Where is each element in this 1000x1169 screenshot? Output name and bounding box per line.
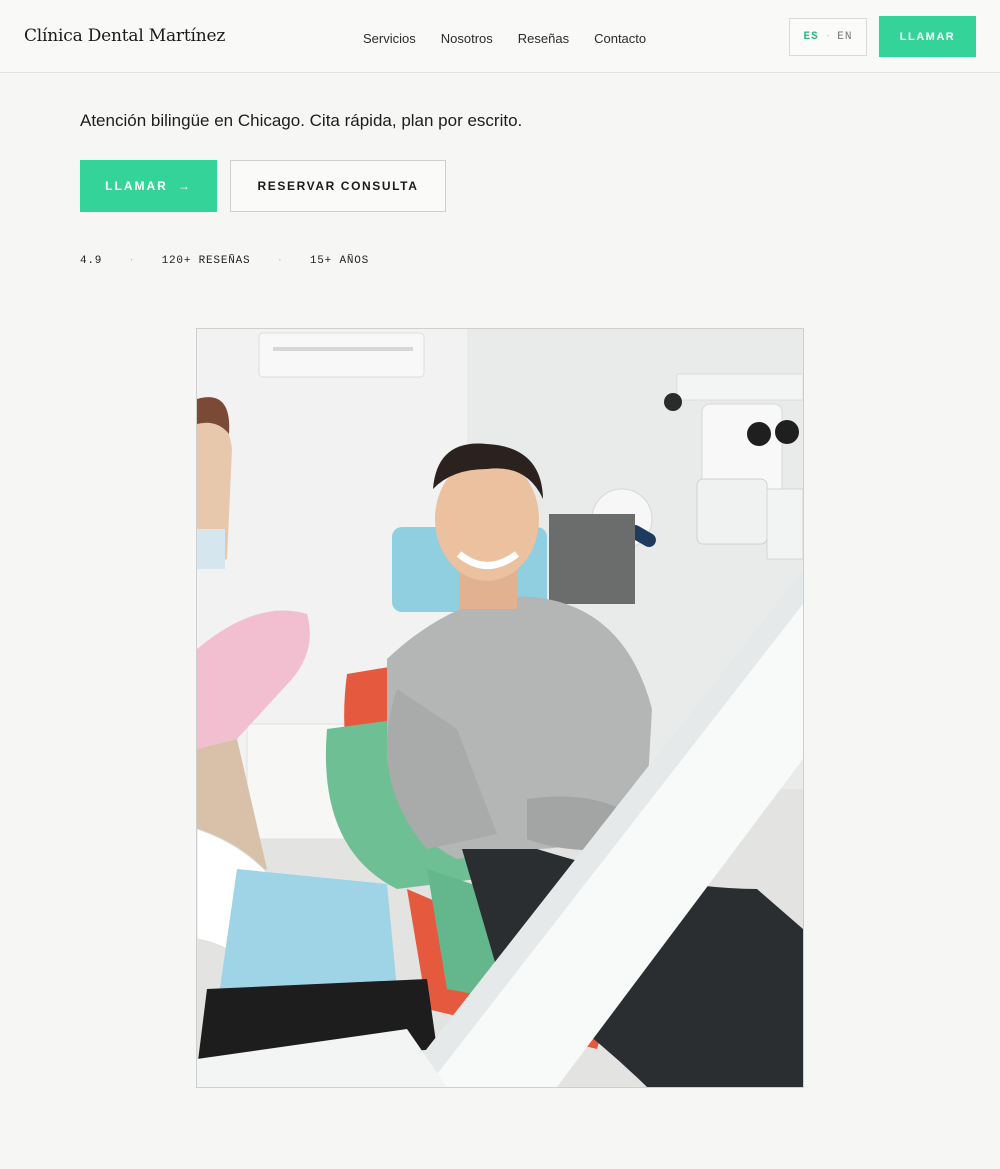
brand-logo[interactable]: Clínica Dental Martínez xyxy=(24,26,225,46)
language-switcher: ES · EN xyxy=(789,18,867,56)
header-call-label: LLAMAR xyxy=(899,30,956,43)
dental-patient-illustration xyxy=(197,329,803,1087)
hero-photo xyxy=(196,328,804,1088)
nav-link-resenas[interactable]: Reseñas xyxy=(518,31,569,46)
hero-tagline: Atención bilingüe en Chicago. Cita rápid… xyxy=(80,111,523,130)
nav-link-servicios[interactable]: Servicios xyxy=(363,31,416,46)
main-nav: Servicios Nosotros Reseñas Contacto xyxy=(363,31,646,46)
book-consultation-button[interactable]: RESERVAR CONSULTA xyxy=(230,160,446,212)
nav-link-contacto[interactable]: Contacto xyxy=(594,31,646,46)
stats-separator: · xyxy=(276,255,284,267)
nav-link-nosotros[interactable]: Nosotros xyxy=(441,31,493,46)
stats-row: 4.9 · 120+ RESEÑAS · 15+ AÑOS xyxy=(80,255,369,267)
lang-en[interactable]: EN xyxy=(837,31,852,43)
rating-stat: 4.9 xyxy=(80,255,103,267)
site-header: Clínica Dental Martínez Servicios Nosotr… xyxy=(0,0,1000,73)
header-call-button[interactable]: LLAMAR xyxy=(879,16,976,57)
reviews-stat: 120+ RESEÑAS xyxy=(161,255,251,267)
call-button-label: LLAMAR xyxy=(105,179,168,193)
lang-separator: · xyxy=(824,31,832,43)
lang-es[interactable]: ES xyxy=(803,31,818,43)
book-consultation-label: RESERVAR CONSULTA xyxy=(257,179,419,193)
arrow-right-icon: → xyxy=(177,179,192,193)
call-button[interactable]: LLAMAR → xyxy=(80,160,217,212)
years-stat: 15+ AÑOS xyxy=(309,255,370,267)
stats-separator: · xyxy=(128,255,136,267)
